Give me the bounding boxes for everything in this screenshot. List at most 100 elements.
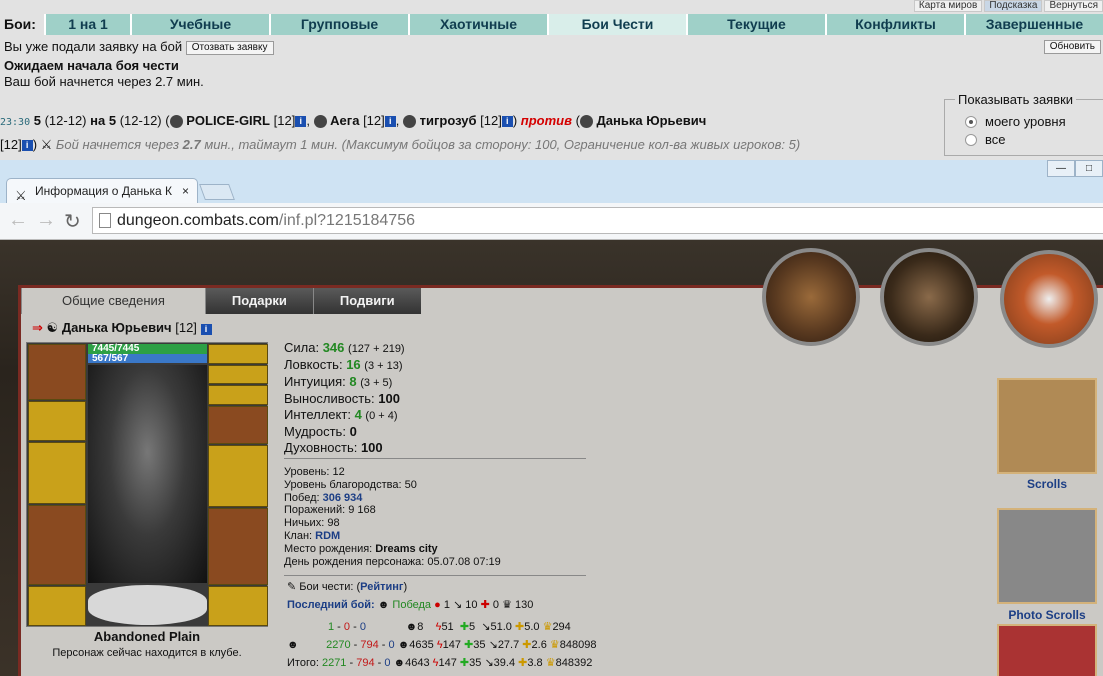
radio-my-level[interactable]: [965, 115, 977, 128]
battles-label: Бои:: [0, 14, 44, 35]
amulet-slot[interactable]: [208, 365, 268, 384]
close-icon[interactable]: ×: [182, 179, 189, 203]
divider: [284, 458, 586, 459]
return-link[interactable]: Вернуться: [1044, 0, 1103, 12]
info-icon[interactable]: i: [384, 116, 396, 128]
battles-tab-bar: Бои: 1 на 1 Учебные Групповые Хаотичные …: [0, 14, 1103, 35]
player-name[interactable]: тигрозуб: [420, 113, 477, 128]
tab-general-info[interactable]: Общие сведения: [21, 288, 205, 314]
forward-icon[interactable]: →: [36, 209, 56, 232]
hint-link[interactable]: Подсказка: [984, 0, 1043, 12]
team-range-right: (12-12): [119, 113, 162, 128]
earring-slot[interactable]: [208, 344, 268, 364]
info-wins: Побед: 306 934: [284, 491, 363, 504]
request-time: 23:30: [0, 117, 31, 128]
info-icon[interactable]: i: [200, 324, 212, 335]
scrolls-link[interactable]: Scrolls: [997, 477, 1097, 491]
helmet-medal-icon[interactable]: [880, 248, 978, 346]
sword-icon: ↘: [484, 657, 494, 669]
tab-conflicts[interactable]: Конфликты: [825, 14, 964, 35]
photo-scrolls-link[interactable]: Photo Scrolls: [997, 608, 1097, 622]
tab-1v1[interactable]: 1 на 1: [44, 14, 130, 35]
stat-wisdom: Мудрость: 0: [284, 424, 357, 439]
star-icon: ✚: [514, 621, 525, 633]
player-name[interactable]: POLICE-GIRL: [186, 113, 270, 128]
tab-finished[interactable]: Завершенные: [964, 14, 1103, 35]
cross-icon: ✚: [459, 621, 470, 633]
crown-icon: ♛: [542, 621, 553, 633]
ring-slot[interactable]: [208, 385, 268, 405]
browser-tab[interactable]: ⚔ Информация о Данька К ×: [6, 178, 198, 203]
refresh-button[interactable]: Обновить: [1043, 40, 1101, 54]
info-level: Уровень: 12: [284, 466, 345, 478]
radio-all[interactable]: [965, 133, 977, 146]
book-icon[interactable]: [997, 624, 1097, 676]
info-icon[interactable]: i: [501, 116, 513, 128]
withdraw-button[interactable]: Отозвать заявку: [185, 40, 274, 55]
show-requests-box: Показывать заявки моего уровня все: [944, 92, 1103, 156]
info-birthplace: Место рождения: Dreams city: [284, 542, 438, 555]
character-doll: 7445/7445 567/567: [26, 342, 268, 627]
on-text: на: [90, 113, 106, 128]
back-icon[interactable]: ←: [8, 209, 28, 232]
offhand-slot[interactable]: [208, 445, 268, 507]
align-emblem-icon: [402, 115, 416, 129]
result-text: Победа: [392, 599, 432, 611]
player-name[interactable]: Аега: [330, 113, 359, 128]
weapon-slot[interactable]: [28, 442, 86, 504]
yin-yang-icon: ☯: [46, 320, 59, 335]
stat-spirituality: Духовность: 100: [284, 440, 383, 455]
option-label: моего уровня: [985, 114, 1066, 129]
tab-chaotic[interactable]: Хаотичные: [408, 14, 547, 35]
feather-icon: ✎: [287, 581, 297, 593]
belt-slot[interactable]: [28, 586, 86, 626]
new-tab-button[interactable]: [199, 184, 235, 200]
opponent-name[interactable]: Данька Юрьевич: [597, 113, 707, 128]
info-icon[interactable]: i: [295, 116, 307, 128]
armor-slot[interactable]: [28, 505, 86, 585]
address-bar[interactable]: dungeon.combats.com/inf.pl?1215184756: [92, 207, 1103, 234]
location-name: Abandoned Plain: [93, 629, 201, 644]
stat-intuition: Интуиция: 8 (3 + 5): [284, 374, 393, 389]
character-figure: [88, 365, 207, 583]
option-my-level[interactable]: моего уровня: [965, 114, 1066, 129]
character-header: ⇒ ☯ Данька Юрьевич [12] i: [32, 320, 212, 336]
tab-training[interactable]: Учебные: [130, 14, 269, 35]
browser-window: — □ ⚔ Информация о Данька К × ← → ↻ dung…: [0, 160, 1103, 676]
tab-gifts[interactable]: Подарки: [204, 288, 313, 314]
boots-slot[interactable]: [208, 586, 268, 626]
reload-icon[interactable]: ↻: [64, 209, 81, 234]
maximize-icon[interactable]: □: [1075, 160, 1103, 177]
minimize-icon[interactable]: —: [1047, 160, 1075, 177]
info-clan: Клан: RDM: [284, 529, 341, 542]
star-icon: ✚: [518, 657, 528, 669]
gloves-slot[interactable]: [28, 401, 86, 441]
url-host: dungeon.combats.com: [117, 212, 279, 229]
yin-yang-medal-icon[interactable]: [1000, 250, 1098, 348]
info-nobility: Уровень благородства: 50: [284, 478, 417, 491]
battle-request: 23:30 5 (12-12) на 5 (12-12) ( POLICE-GI…: [0, 113, 801, 152]
tab-current[interactable]: Текущие: [686, 14, 825, 35]
camera-icon[interactable]: [997, 508, 1097, 604]
align-emblem-icon: [313, 115, 327, 129]
tab-group[interactable]: Групповые: [269, 14, 408, 35]
crossed-swords-medal-icon[interactable]: [762, 248, 860, 346]
world-map-link[interactable]: Карта миров: [913, 0, 983, 12]
top-links: Карта миров Подсказка Вернуться: [913, 0, 1103, 12]
info-icon[interactable]: i: [21, 140, 33, 152]
bracer-slot[interactable]: [208, 406, 268, 444]
score-row: ☻ 2270 - 794 - 0 ☻4635 ϟ147 ✚35 ↘27.7 ✚2…: [287, 639, 597, 651]
helmet-slot[interactable]: [28, 344, 86, 400]
tab-feats[interactable]: Подвиги: [312, 288, 421, 314]
stats-list: Сила: 346 (127 + 219) Ловкость: 16 (3 + …: [284, 340, 405, 456]
mana-bar: 567/567: [88, 354, 207, 364]
legs-slot[interactable]: [208, 508, 268, 585]
kill-icon: ●: [434, 599, 441, 611]
team-range-left: (12-12): [44, 113, 87, 128]
scrolls-icon[interactable]: [997, 378, 1097, 474]
tab-honor[interactable]: Бои Чести: [547, 14, 686, 35]
rating-link[interactable]: Рейтинг: [360, 581, 403, 593]
sword-icon: ↘: [481, 621, 491, 633]
sword-icon: ↘: [453, 599, 463, 611]
option-all[interactable]: все: [965, 132, 1006, 147]
